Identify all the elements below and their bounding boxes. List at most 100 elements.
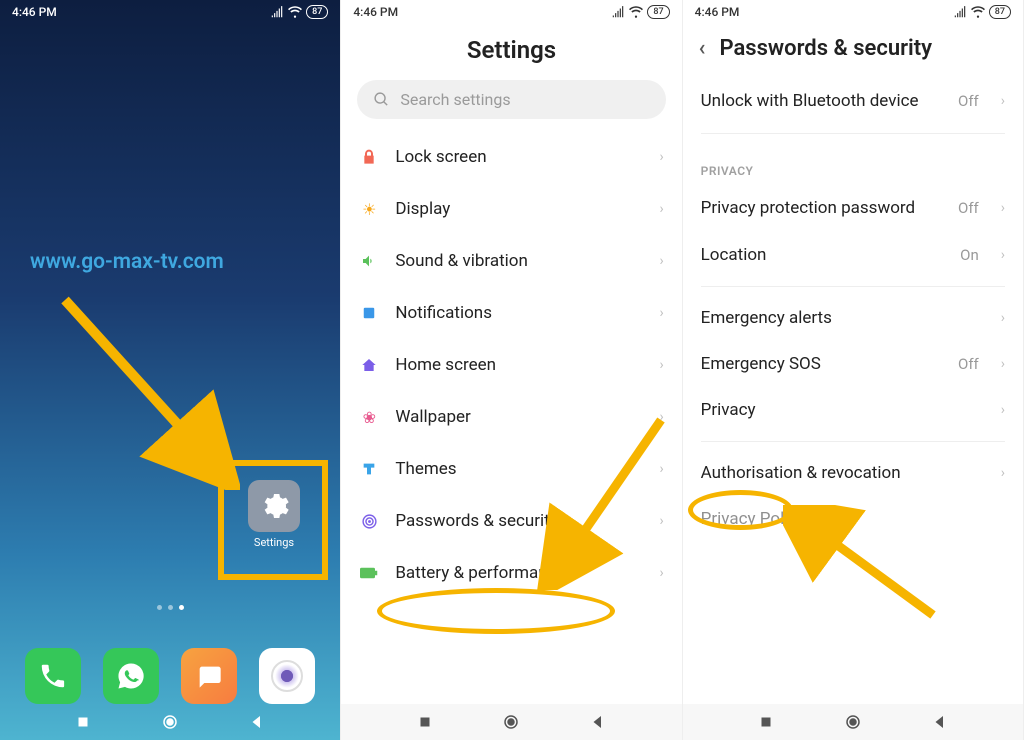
settings-list[interactable]: Lock screen › ☀ Display › Sound & vibrat… [341, 131, 681, 704]
section-header-privacy: PRIVACY [683, 142, 1023, 184]
row-label: Emergency alerts [701, 308, 985, 328]
nav-recent-icon[interactable] [416, 713, 434, 731]
status-time: 4:46 PM [353, 5, 398, 19]
chevron-right-icon: › [1001, 200, 1005, 216]
row-value: Off [958, 199, 979, 217]
nav-bar [0, 704, 340, 740]
wifi-icon [629, 5, 643, 19]
fingerprint-icon [359, 511, 379, 531]
phone-settings: 4:46 PM 87 Settings Search settings Lock… [341, 0, 682, 740]
nav-back-icon[interactable] [931, 713, 949, 731]
annotation-arrow [50, 290, 240, 490]
row-privacy[interactable]: Privacy › [683, 387, 1023, 433]
settings-content: Settings Search settings Lock screen › ☀… [341, 24, 681, 704]
row-label: Location [701, 245, 945, 265]
home-wallpaper: 4:46 PM 87 www.go-max-tv.com Settings [0, 0, 340, 740]
row-emergency-sos[interactable]: Emergency SOS Off › [683, 341, 1023, 387]
signal-icon [611, 5, 625, 19]
divider [701, 286, 1005, 287]
chevron-right-icon: › [659, 149, 663, 165]
row-label: Authorisation & revocation [701, 463, 985, 483]
row-battery[interactable]: Battery & performance › [341, 547, 681, 599]
row-label: Notifications [395, 303, 643, 323]
row-label: Themes [395, 459, 643, 479]
divider [701, 133, 1005, 134]
row-privacy-protection-password[interactable]: Privacy protection password Off › [683, 184, 1023, 232]
search-input[interactable]: Search settings [357, 80, 665, 119]
chevron-right-icon: › [659, 461, 663, 477]
chevron-right-icon: › [1001, 465, 1005, 481]
back-button[interactable]: ‹ [699, 36, 706, 61]
watermark: www.go-max-tv.com [30, 250, 224, 274]
row-lock-screen[interactable]: Lock screen › [341, 131, 681, 183]
nav-home-icon[interactable] [844, 713, 862, 731]
status-time: 4:46 PM [695, 5, 740, 19]
messages-app[interactable] [181, 648, 237, 704]
page-title: Settings [341, 24, 681, 80]
row-emergency-alerts[interactable]: Emergency alerts › [683, 295, 1023, 341]
row-label: Battery & performance [395, 563, 643, 583]
nav-recent-icon[interactable] [74, 713, 92, 731]
nav-home-icon[interactable] [161, 713, 179, 731]
chevron-right-icon: › [1001, 310, 1005, 326]
wifi-icon [971, 5, 985, 19]
row-label: Privacy protection password [701, 197, 942, 219]
row-label: Home screen [395, 355, 643, 375]
status-icons: 87 [270, 5, 328, 19]
dock [0, 648, 340, 704]
settings-app[interactable]: Settings [248, 480, 300, 549]
page-header: ‹ Passwords & security [683, 24, 1023, 77]
phone-passwords-security: 4:46 PM 87 ‹ Passwords & security Unlock… [683, 0, 1024, 740]
row-value: Off [958, 92, 979, 110]
row-label: Passwords & security [395, 511, 643, 531]
volume-icon [359, 251, 379, 271]
row-themes[interactable]: Themes › [341, 443, 681, 495]
signal-icon [953, 5, 967, 19]
row-display[interactable]: ☀ Display › [341, 183, 681, 235]
row-label: Sound & vibration [395, 251, 643, 271]
search-placeholder: Search settings [400, 90, 510, 109]
page-indicator [0, 605, 340, 610]
row-authorisation[interactable]: Authorisation & revocation › [683, 450, 1023, 496]
whatsapp-app[interactable] [103, 648, 159, 704]
settings-app-label: Settings [248, 536, 300, 549]
chevron-right-icon: › [1001, 402, 1005, 418]
nav-recent-icon[interactable] [757, 713, 775, 731]
chevron-right-icon: › [659, 201, 663, 217]
chevron-right-icon: › [659, 513, 663, 529]
chevron-right-icon: › [659, 565, 663, 581]
nav-back-icon[interactable] [589, 713, 607, 731]
row-label: Privacy Policy [701, 509, 1005, 529]
divider [701, 441, 1005, 442]
chevron-right-icon: › [659, 357, 663, 373]
gear-icon [248, 480, 300, 532]
status-bar: 4:46 PM 87 [0, 0, 340, 24]
chevron-right-icon: › [659, 409, 663, 425]
row-label: Unlock with Bluetooth device [701, 90, 942, 112]
row-sound[interactable]: Sound & vibration › [341, 235, 681, 287]
row-wallpaper[interactable]: ❀ Wallpaper › [341, 391, 681, 443]
row-privacy-policy[interactable]: Privacy Policy [683, 496, 1023, 542]
row-location[interactable]: Location On › [683, 232, 1023, 278]
passwords-content: ‹ Passwords & security Unlock with Bluet… [683, 24, 1023, 704]
status-icons: 87 [611, 5, 669, 19]
row-bluetooth-unlock[interactable]: Unlock with Bluetooth device Off › [683, 77, 1023, 125]
chevron-right-icon: › [1001, 93, 1005, 109]
row-notifications[interactable]: Notifications › [341, 287, 681, 339]
row-label: Privacy [701, 400, 985, 420]
row-passwords-security[interactable]: Passwords & security › [341, 495, 681, 547]
battery-icon: 87 [306, 5, 328, 19]
search-icon [373, 91, 390, 108]
nav-home-icon[interactable] [502, 713, 520, 731]
sun-icon: ☀ [359, 199, 379, 219]
status-bar: 4:46 PM 87 [341, 0, 681, 24]
phone-app[interactable] [25, 648, 81, 704]
camera-app[interactable] [259, 648, 315, 704]
status-time: 4:46 PM [12, 5, 57, 19]
home-icon [359, 355, 379, 375]
signal-icon [270, 5, 284, 19]
row-home-screen[interactable]: Home screen › [341, 339, 681, 391]
nav-back-icon[interactable] [248, 713, 266, 731]
chevron-right-icon: › [1001, 247, 1005, 263]
battery-icon: 87 [647, 5, 669, 19]
